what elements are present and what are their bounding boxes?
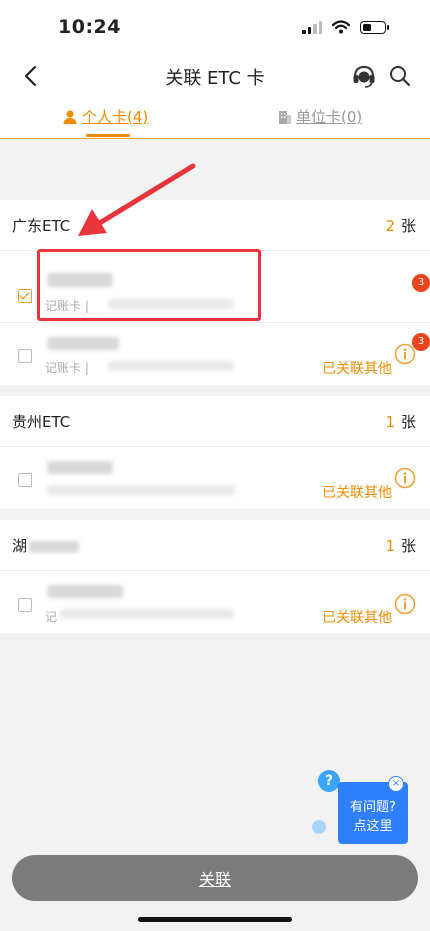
plate-redacted	[60, 609, 234, 619]
decorative-dot	[312, 820, 326, 834]
card-detail-redacted	[47, 485, 235, 495]
card-checkbox[interactable]	[18, 349, 32, 363]
card-type-tabs: 个人卡(4) 单位卡(0)	[0, 96, 430, 139]
tab-company-label: 单位卡	[296, 108, 342, 126]
card-row[interactable]: 已关联其他	[0, 446, 430, 509]
group-count: 2张	[385, 217, 416, 235]
notification-badge: 3	[412, 333, 430, 351]
customer-service-icon[interactable]	[350, 62, 378, 90]
wifi-icon	[332, 20, 350, 34]
group-name: 广东ETC	[12, 217, 71, 235]
group-name: 湖	[12, 535, 80, 556]
card-checkbox[interactable]	[18, 473, 32, 487]
close-icon[interactable]: ×	[388, 776, 404, 792]
home-indicator	[138, 917, 292, 922]
tab-company-count: (0)	[341, 108, 363, 126]
tab-personal-card[interactable]: 个人卡(4)	[62, 106, 148, 127]
card-type-label: 记	[45, 610, 58, 624]
card-type-label: 记账卡 |	[45, 361, 89, 375]
card-row[interactable]: 记账卡 | 已关联其他 3	[0, 322, 430, 385]
help-line-2: 点这里	[353, 819, 393, 834]
card-number-redacted	[47, 337, 119, 350]
link-card-button[interactable]: 关联	[12, 855, 418, 901]
info-icon[interactable]	[394, 593, 416, 615]
notification-badge: 3	[412, 274, 430, 292]
help-line-1: 有问题?	[350, 800, 396, 815]
status-icons	[302, 20, 389, 34]
search-icon[interactable]	[386, 62, 414, 90]
group-header-hubei: 湖 1张	[0, 520, 430, 570]
group-count: 1张	[385, 413, 416, 431]
person-icon	[63, 110, 77, 124]
plate-redacted	[108, 361, 234, 371]
linked-other-label: 已关联其他	[322, 610, 392, 626]
tab-personal-label: 个人卡	[82, 108, 128, 126]
signal-icon	[302, 20, 322, 34]
battery-icon	[360, 20, 389, 34]
group-count: 1张	[385, 537, 416, 555]
linked-other-label: 已关联其他	[322, 485, 392, 501]
card-number-redacted	[47, 461, 113, 474]
info-icon[interactable]	[394, 467, 416, 489]
help-widget[interactable]: ? 有问题? 点这里 ×	[312, 770, 416, 850]
card-number-redacted	[47, 585, 123, 598]
group-header-guizhou: 贵州ETC 1张	[0, 396, 430, 446]
card-checkbox[interactable]	[18, 289, 32, 303]
question-bubble-icon: ?	[318, 770, 340, 792]
group-header-guangdong: 广东ETC 2张	[0, 200, 430, 250]
card-checkbox[interactable]	[18, 598, 32, 612]
group-name: 贵州ETC	[12, 413, 71, 431]
linked-other-label: 已关联其他	[322, 361, 392, 377]
nav-bar: 关联 ETC 卡	[0, 56, 430, 96]
status-bar: 10:24	[0, 0, 430, 56]
card-row[interactable]: 记 已关联其他	[0, 570, 430, 633]
active-tab-indicator	[86, 134, 130, 137]
status-time: 10:24	[58, 16, 121, 38]
building-icon	[279, 110, 291, 124]
tab-company-card[interactable]: 单位卡(0)	[278, 106, 362, 127]
tab-personal-count: (4)	[127, 108, 149, 126]
highlight-box-annotation	[37, 249, 261, 321]
